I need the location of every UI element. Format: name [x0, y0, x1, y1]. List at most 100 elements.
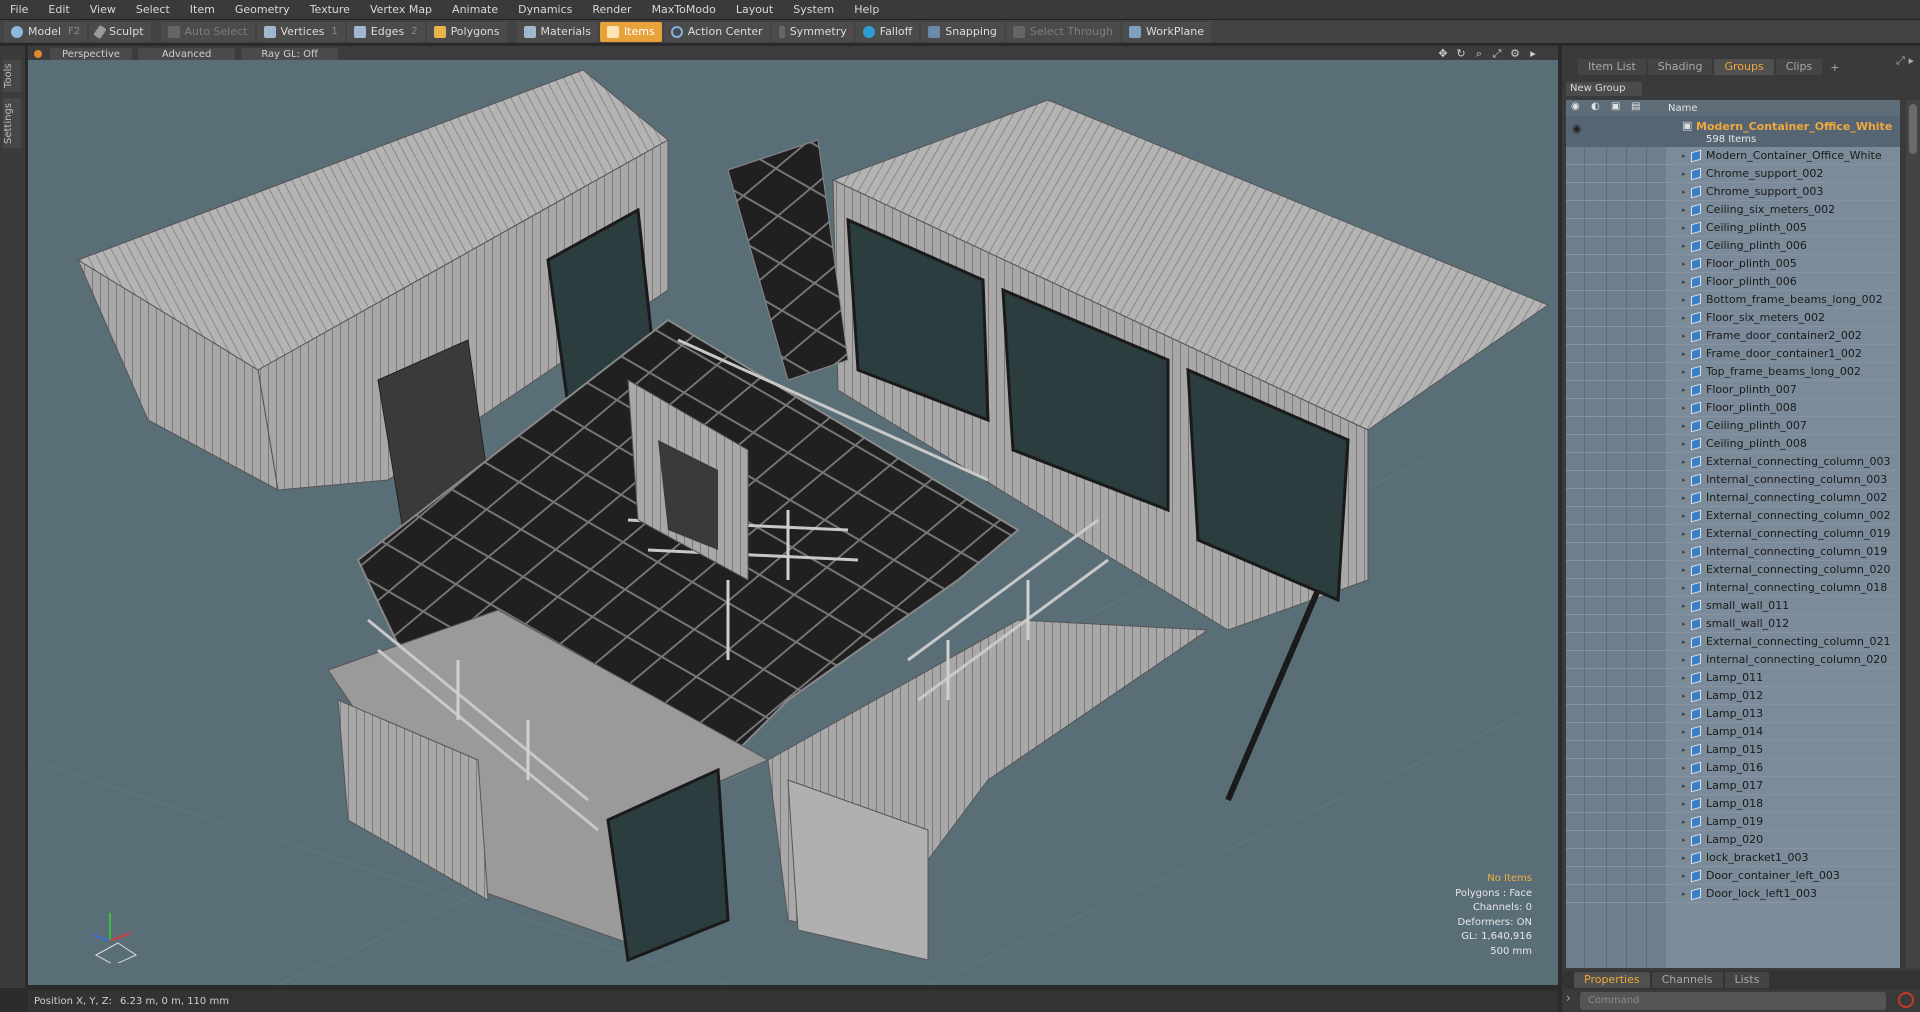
list-item[interactable]: ▸ Lamp_018 — [1566, 795, 1900, 813]
menu-vertex-map[interactable]: Vertex Map — [360, 0, 442, 20]
list-item[interactable]: ▸ Frame_door_container2_002 — [1566, 327, 1900, 345]
list-item[interactable]: ▸ Ceiling_plinth_007 — [1566, 417, 1900, 435]
expand-triangle-icon[interactable]: ▸ — [1682, 237, 1686, 255]
action-center-button[interactable]: Action Center — [663, 21, 770, 42]
scroll-thumb[interactable] — [1909, 104, 1917, 154]
materials-button[interactable]: Materials — [516, 21, 598, 42]
gear-icon[interactable]: ⚙ — [1508, 47, 1522, 61]
menu-system[interactable]: System — [783, 0, 844, 20]
tab-clips[interactable]: Clips — [1775, 59, 1823, 75]
sculpt-button[interactable]: Sculpt — [89, 21, 151, 42]
menu-edit[interactable]: Edit — [38, 0, 79, 20]
expand-triangle-icon[interactable]: ▸ — [1682, 471, 1686, 489]
list-item[interactable]: ▸ Lamp_019 — [1566, 813, 1900, 831]
expand-triangle-icon[interactable]: ▸ — [1682, 651, 1686, 669]
menu-texture[interactable]: Texture — [300, 0, 360, 20]
menu-help[interactable]: Help — [844, 0, 889, 20]
expand-triangle-icon[interactable]: ▸ — [1682, 633, 1686, 651]
polygons-button[interactable]: Polygons — [426, 21, 507, 42]
expand-triangle-icon[interactable]: ▸ — [1682, 615, 1686, 633]
list-item[interactable]: ▸ Lamp_020 — [1566, 831, 1900, 849]
expand-triangle-icon[interactable]: ▸ — [1682, 705, 1686, 723]
list-item[interactable]: ▸ Lamp_013 — [1566, 705, 1900, 723]
3d-viewport[interactable]: No Items Polygons : Face Channels: 0 Def… — [28, 60, 1558, 985]
tab-lists[interactable]: Lists — [1724, 972, 1770, 988]
list-item[interactable]: ▸ Internal_connecting_column_018 — [1566, 579, 1900, 597]
select-icon[interactable]: ▤ — [1631, 101, 1640, 112]
auto-select-button[interactable]: Auto Select — [160, 21, 255, 42]
expand-triangle-icon[interactable]: ▸ — [1682, 867, 1686, 885]
view-type-button[interactable]: Perspective — [50, 47, 132, 61]
list-item[interactable]: ▸ Internal_connecting_column_019 — [1566, 543, 1900, 561]
list-item[interactable]: ▸ Door_lock_left1_003 — [1566, 885, 1900, 903]
expand-triangle-icon[interactable]: ▸ — [1682, 813, 1686, 831]
shading-mode-button[interactable]: Advanced — [137, 47, 236, 61]
expand-triangle-icon[interactable]: ▸ — [1682, 849, 1686, 867]
list-item[interactable]: ▸ External_connecting_column_003 — [1566, 453, 1900, 471]
expand-triangle-icon[interactable]: ▸ — [1682, 327, 1686, 345]
expand-triangle-icon[interactable]: ▸ — [1682, 579, 1686, 597]
list-item[interactable]: ▸ Internal_connecting_column_002 — [1566, 489, 1900, 507]
list-item[interactable]: ▸ Lamp_012 — [1566, 687, 1900, 705]
expand-triangle-icon[interactable]: ▸ — [1682, 399, 1686, 417]
expand-triangle-icon[interactable]: ▸ — [1682, 759, 1686, 777]
list-item[interactable]: ▸ External_connecting_column_020 — [1566, 561, 1900, 579]
expand-triangle-icon[interactable]: ▸ — [1682, 453, 1686, 471]
expand-triangle-icon[interactable]: ▸ — [1682, 507, 1686, 525]
list-item[interactable]: ▸ External_connecting_column_002 — [1566, 507, 1900, 525]
expand-triangle-icon[interactable]: ▸ — [1682, 741, 1686, 759]
expand-triangle-icon[interactable]: ▸ — [1682, 723, 1686, 741]
list-item[interactable]: ▸ Ceiling_plinth_006 — [1566, 237, 1900, 255]
new-group-button[interactable]: New Group — [1566, 82, 1642, 96]
viewport-menu-icon[interactable] — [34, 50, 42, 58]
list-item[interactable]: ▸ Bottom_frame_beams_long_002 — [1566, 291, 1900, 309]
list-item[interactable]: ▸ Floor_plinth_005 — [1566, 255, 1900, 273]
list-item[interactable]: ▸ External_connecting_column_021 — [1566, 633, 1900, 651]
list-item[interactable]: ▸ Ceiling_six_meters_002 — [1566, 201, 1900, 219]
expand-triangle-icon[interactable]: ▸ — [1682, 831, 1686, 849]
expand-triangle-icon[interactable]: ▸ — [1682, 669, 1686, 687]
list-item[interactable]: ▸ Internal_connecting_column_003 — [1566, 471, 1900, 489]
symmetry-button[interactable]: Symmetry — [771, 21, 854, 42]
list-item[interactable]: ▸ External_connecting_column_019 — [1566, 525, 1900, 543]
fit-icon[interactable]: ⤢ — [1490, 47, 1504, 61]
menu-select[interactable]: Select — [126, 0, 180, 20]
list-item[interactable]: ▸ Frame_door_container1_002 — [1566, 345, 1900, 363]
expand-triangle-icon[interactable]: ▸ — [1682, 255, 1686, 273]
expand-triangle-icon[interactable]: ▸ — [1682, 201, 1686, 219]
zoom-icon[interactable]: ⌕ — [1472, 47, 1486, 61]
eye-icon[interactable]: ◉ — [1571, 101, 1580, 112]
edges-button[interactable]: Edges 2 — [346, 21, 425, 42]
expand-triangle-icon[interactable]: ▸ — [1682, 381, 1686, 399]
raygl-button[interactable]: Ray GL: Off — [241, 47, 338, 61]
list-item[interactable]: ▸ Lamp_015 — [1566, 741, 1900, 759]
expand-triangle-icon[interactable]: ▸ — [1682, 561, 1686, 579]
list-item[interactable]: ▸ Chrome_support_002 — [1566, 165, 1900, 183]
list-item[interactable]: ▸ Lamp_011 — [1566, 669, 1900, 687]
record-icon[interactable] — [1898, 992, 1914, 1008]
tab-item-list[interactable]: Item List — [1578, 59, 1646, 75]
list-item[interactable]: ▸ Floor_six_meters_002 — [1566, 309, 1900, 327]
expand-triangle-icon[interactable]: ▸ — [1682, 345, 1686, 363]
expand-triangle-icon[interactable]: ▸ — [1682, 165, 1686, 183]
expand-triangle-icon[interactable]: ▸ — [1682, 597, 1686, 615]
list-item[interactable]: ▸ Lamp_016 — [1566, 759, 1900, 777]
tab-shading[interactable]: Shading — [1647, 59, 1713, 75]
expand-triangle-icon[interactable]: ▸ — [1682, 543, 1686, 561]
expand-triangle-icon[interactable]: ▸ — [1682, 885, 1686, 903]
group-row[interactable]: ◉ ▣ Modern_Container_Office_White 598 It… — [1566, 116, 1900, 147]
menu-view[interactable]: View — [80, 0, 126, 20]
expand-triangle-icon[interactable]: ▸ — [1682, 219, 1686, 237]
workplane-button[interactable]: WorkPlane — [1121, 21, 1211, 42]
list-item[interactable]: ▸ small_wall_011 — [1566, 597, 1900, 615]
list-item[interactable]: ▸ small_wall_012 — [1566, 615, 1900, 633]
tab-settings[interactable]: Settings — [3, 98, 21, 148]
expand-triangle-icon[interactable]: ▸ — [1682, 795, 1686, 813]
menu-geometry[interactable]: Geometry — [225, 0, 300, 20]
expand-triangle-icon[interactable]: ▸ — [1682, 435, 1686, 453]
rotate-icon[interactable]: ↻ — [1454, 47, 1468, 61]
items-button[interactable]: Items — [599, 21, 662, 42]
expand-triangle-icon[interactable]: ▸ — [1682, 777, 1686, 795]
menu-render[interactable]: Render — [582, 0, 641, 20]
panel-expand-icon[interactable]: ⤢ ▸ — [1896, 54, 1914, 68]
